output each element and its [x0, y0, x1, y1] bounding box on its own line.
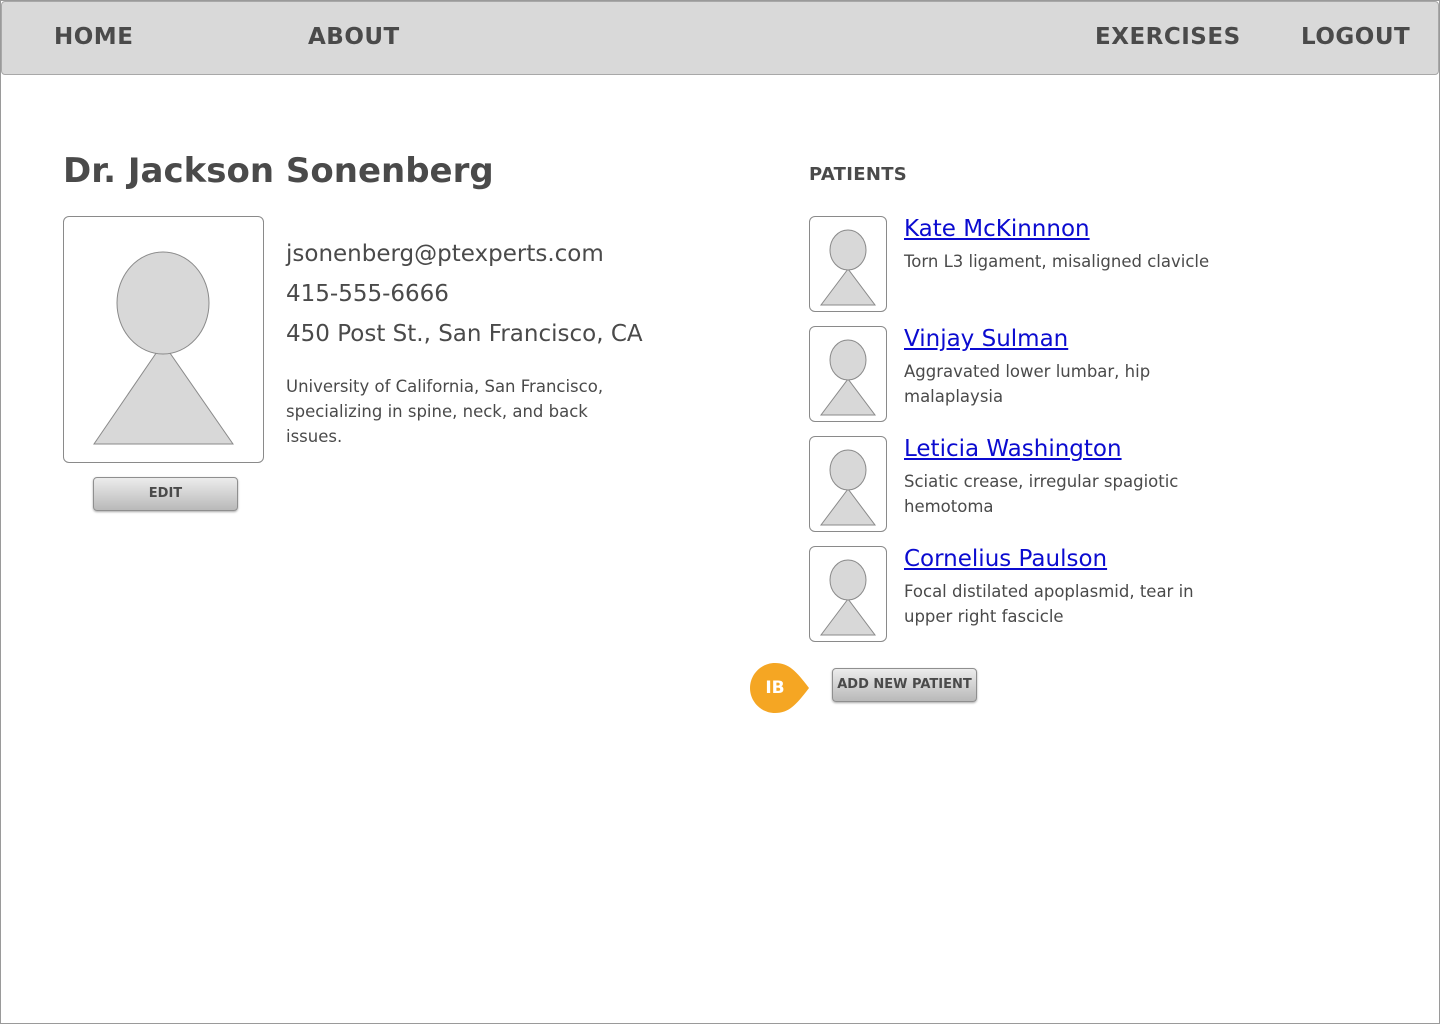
annotation-initials: IB [765, 678, 785, 698]
nav-logout-link[interactable]: LOGOUT [1301, 24, 1410, 50]
user-placeholder-icon [820, 339, 876, 416]
user-placeholder-icon [820, 449, 876, 526]
patients-heading: PATIENTS [809, 164, 908, 185]
edit-profile-button[interactable]: EDIT [93, 477, 238, 511]
patient-avatar [809, 326, 887, 422]
top-navbar: HOME ABOUT EXERCISES LOGOUT [1, 1, 1439, 75]
doctor-address: 450 Post St., San Francisco, CA [286, 321, 643, 347]
patient-name-link[interactable]: Leticia Washington [904, 436, 1122, 462]
patient-avatar [809, 546, 887, 642]
patient-avatar [809, 216, 887, 312]
nav-about-link[interactable]: ABOUT [308, 24, 400, 50]
patient-name-link[interactable]: Vinjay Sulman [904, 326, 1068, 352]
user-placeholder-icon [820, 229, 876, 306]
nav-exercises-link[interactable]: EXERCISES [1095, 24, 1241, 50]
patient-condition: Torn L3 ligament, misaligned clavicle [904, 252, 1210, 271]
page-frame: HOME ABOUT EXERCISES LOGOUT Dr. Jackson … [0, 0, 1440, 1024]
doctor-avatar [63, 216, 264, 463]
patient-avatar [809, 436, 887, 532]
user-placeholder-icon [93, 251, 234, 445]
nav-home-link[interactable]: HOME [54, 24, 133, 50]
patient-name-link[interactable]: Kate McKinnnon [904, 216, 1090, 242]
doctor-email: jsonenberg@ptexperts.com [286, 241, 604, 267]
doctor-phone: 415-555-6666 [286, 281, 449, 307]
patient-condition: Sciatic crease, irregular spagiotic hemo… [904, 472, 1179, 516]
doctor-bio: University of California, San Francisco,… [286, 377, 604, 446]
patient-condition: Aggravated lower lumbar, hip malaplaysia [904, 362, 1151, 406]
doctor-name-heading: Dr. Jackson Sonenberg [63, 151, 494, 191]
patient-condition: Focal distilated apoplasmid, tear in upp… [904, 582, 1194, 626]
user-placeholder-icon [820, 559, 876, 636]
patient-name-link[interactable]: Cornelius Paulson [904, 546, 1107, 572]
add-new-patient-button[interactable]: ADD NEW PATIENT [832, 668, 977, 702]
